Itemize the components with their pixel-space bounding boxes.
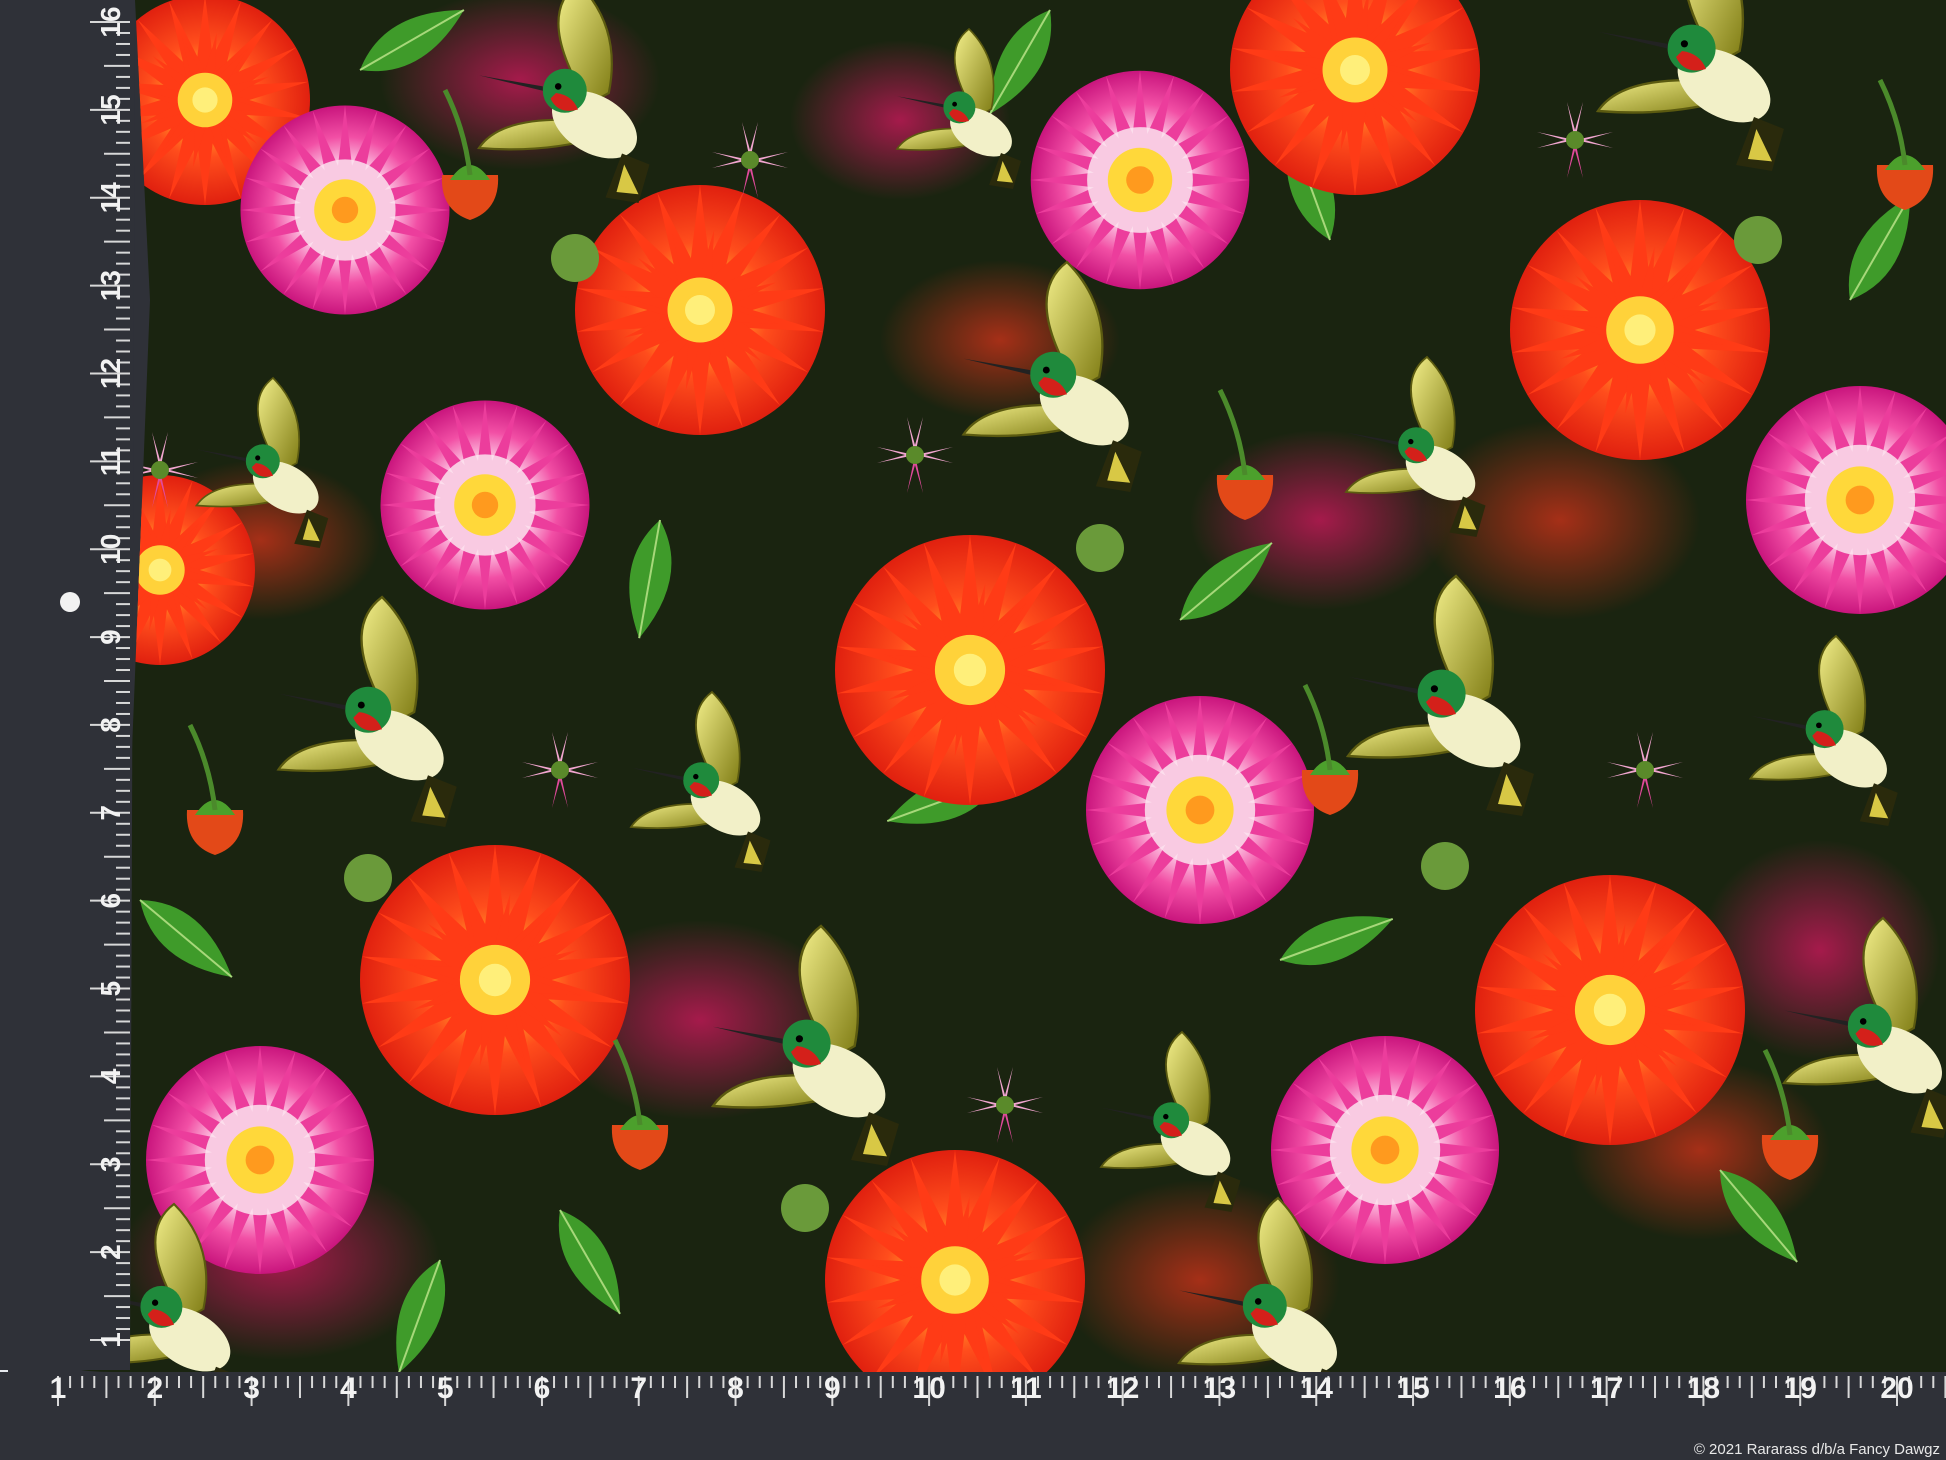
- horizontal-ruler-label: 19: [1784, 1372, 1817, 1405]
- dahlia-orange: [360, 845, 630, 1115]
- vertical-ruler-label: 14: [95, 182, 126, 214]
- horizontal-ruler-label: 1: [50, 1372, 67, 1405]
- dahlia-orange: [825, 1150, 1085, 1410]
- vertical-ruler-label: 10: [95, 534, 126, 565]
- vertical-ruler-label: 5: [95, 981, 126, 997]
- horizontal-ruler-label: 18: [1687, 1372, 1720, 1405]
- horizontal-ruler-label: 17: [1590, 1372, 1623, 1405]
- vertical-ruler-label: 6: [95, 893, 126, 909]
- vertical-ruler-label: 2: [95, 1244, 126, 1260]
- horizontal-ruler-label: 20: [1880, 1372, 1913, 1405]
- vertical-ruler-label: 16: [95, 6, 126, 37]
- horizontal-ruler-label: 16: [1493, 1372, 1526, 1405]
- vertical-ruler-label: 15: [95, 94, 126, 125]
- vertical-ruler-label: 13: [95, 270, 126, 301]
- dahlia-orange: [1475, 875, 1745, 1145]
- horizontal-ruler-label: 15: [1396, 1372, 1429, 1405]
- horizontal-ruler-label: 11: [1010, 1372, 1042, 1405]
- horizontal-ruler-label: 3: [243, 1372, 260, 1405]
- vertical-ruler-label: 8: [95, 717, 126, 733]
- fabric-print: [50, 0, 1946, 1410]
- vertical-ruler-label: 11: [95, 447, 126, 477]
- vertical-ruler-label: 12: [95, 358, 126, 389]
- horizontal-ruler-label: 7: [630, 1372, 647, 1405]
- dahlia-orange: [575, 185, 825, 435]
- vertical-ruler-label: 4: [95, 1068, 126, 1084]
- horizontal-ruler-label: 8: [727, 1372, 744, 1405]
- dahlia-pink: [241, 106, 450, 315]
- horizontal-ruler-label: 5: [437, 1372, 454, 1405]
- fabric-photo: 16151413121110987654321 1 2 3 4 5 6 7 8 9 10 11 12 1…: [0, 0, 1946, 1460]
- horizontal-ruler-label: 9: [824, 1372, 841, 1405]
- horizontal-ruler: [0, 1372, 1946, 1460]
- vertical-ruler-label: 1: [95, 1332, 126, 1348]
- copyright-watermark: © 2021 Rararass d/b/a Fancy Dawgz: [1693, 1441, 1940, 1458]
- horizontal-ruler-label: 10: [912, 1372, 945, 1405]
- horizontal-ruler-label: 14: [1300, 1372, 1334, 1405]
- dahlia-pink: [1086, 696, 1314, 924]
- horizontal-ruler-label: 2: [146, 1372, 163, 1405]
- vertical-ruler-label: 7: [95, 805, 126, 821]
- horizontal-ruler-label: 13: [1203, 1372, 1236, 1405]
- dahlia-pink: [1031, 71, 1250, 290]
- dahlia-pink: [1271, 1036, 1499, 1264]
- vertical-ruler-label: 3: [95, 1156, 126, 1172]
- horizontal-ruler-label: 12: [1106, 1372, 1139, 1405]
- dahlia-pink: [381, 401, 590, 610]
- dahlia-orange: [835, 535, 1105, 805]
- vertical-ruler-label: 9: [95, 629, 126, 645]
- dahlia-orange: [1510, 200, 1770, 460]
- horizontal-ruler-label: 4: [340, 1372, 357, 1405]
- horizontal-ruler-label: 6: [534, 1372, 551, 1405]
